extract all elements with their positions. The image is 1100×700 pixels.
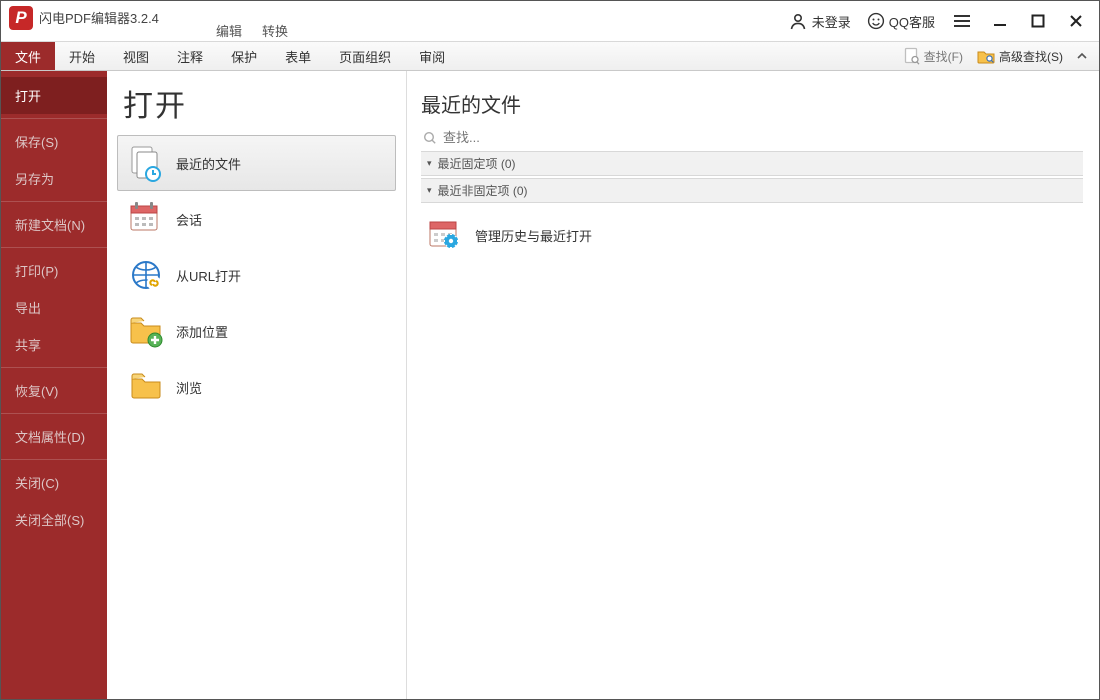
ribbon-tab-6[interactable]: 页面组织: [325, 42, 405, 70]
ribbon: 文件开始视图注释保护表单页面组织审阅 查找(F) 高级查找(S): [1, 41, 1099, 71]
open-option-label: 从URL打开: [176, 266, 241, 285]
open-option-label: 浏览: [176, 378, 202, 397]
menu-button[interactable]: [945, 7, 979, 35]
open-option-url[interactable]: 从URL打开: [117, 247, 396, 303]
ribbon-tab-0[interactable]: 文件: [1, 42, 55, 70]
sidebar-separator: [1, 201, 107, 202]
user-icon: [788, 11, 808, 31]
folder-icon: [126, 367, 166, 407]
smile-icon: [867, 12, 885, 30]
collapse-ribbon-button[interactable]: [1071, 50, 1093, 62]
app-title: 闪电PDF编辑器3.2.4: [39, 8, 159, 27]
title-bar: P 闪电PDF编辑器3.2.4 编辑 转换 未登录 QQ客服: [1, 1, 1099, 41]
sidebar-item-2[interactable]: 另存为: [1, 160, 107, 197]
ribbon-tab-1[interactable]: 开始: [55, 42, 109, 70]
chevron-down-icon: ▾: [427, 158, 432, 169]
open-option-add-place[interactable]: 添加位置: [117, 303, 396, 359]
sidebar-item-4[interactable]: 打印(P): [1, 252, 107, 289]
manage-history-button[interactable]: 管理历史与最近打开: [421, 205, 1083, 265]
sidebar-item-6[interactable]: 共享: [1, 326, 107, 363]
search-icon: [423, 131, 437, 145]
open-option-label: 最近的文件: [176, 154, 241, 173]
history-label: 管理历史与最近打开: [475, 226, 592, 245]
sidebar-item-10[interactable]: 关闭全部(S): [1, 501, 107, 538]
minimize-button[interactable]: [983, 7, 1017, 35]
search-input[interactable]: [443, 130, 1081, 145]
history-gear-icon: [425, 215, 465, 255]
recent-title: 最近的文件: [421, 89, 1083, 118]
sidebar-separator: [1, 413, 107, 414]
sidebar-separator: [1, 118, 107, 119]
recent-panel: 最近的文件 ▾ 最近固定项 (0) ▾ 最近非固定项 (0) 管理历史与最近打开: [407, 71, 1099, 699]
add-folder-icon: [126, 311, 166, 351]
session-icon: [126, 199, 166, 239]
sidebar-item-3[interactable]: 新建文档(N): [1, 206, 107, 243]
ribbon-tab-7[interactable]: 审阅: [405, 42, 459, 70]
adv-find-label: 高级查找(S): [999, 48, 1063, 65]
sidebar-separator: [1, 247, 107, 248]
chevron-up-icon: [1076, 50, 1088, 62]
sidebar-item-0[interactable]: 打开: [1, 77, 107, 114]
adv-find-button[interactable]: 高级查找(S): [971, 48, 1069, 65]
sidebar-separator: [1, 459, 107, 460]
group-pinned[interactable]: ▾ 最近固定项 (0): [421, 151, 1083, 176]
login-button[interactable]: 未登录: [782, 7, 857, 35]
ribbon-tab-2[interactable]: 视图: [109, 42, 163, 70]
sidebar-item-7[interactable]: 恢复(V): [1, 372, 107, 409]
open-option-label: 添加位置: [176, 322, 228, 341]
ribbon-tab-3[interactable]: 注释: [163, 42, 217, 70]
close-icon: [1069, 14, 1083, 28]
login-label: 未登录: [812, 12, 851, 31]
maximize-button[interactable]: [1021, 7, 1055, 35]
close-button[interactable]: [1059, 7, 1093, 35]
group-unpinned[interactable]: ▾ 最近非固定项 (0): [421, 178, 1083, 203]
group-unpinned-label: 最近非固定项 (0): [438, 182, 528, 199]
open-option-browse[interactable]: 浏览: [117, 359, 396, 415]
sidebar-item-5[interactable]: 导出: [1, 289, 107, 326]
mode-tab-edit[interactable]: 编辑: [216, 21, 242, 40]
qq-label: QQ客服: [889, 12, 935, 31]
sidebar-item-8[interactable]: 文档属性(D): [1, 418, 107, 455]
ribbon-tab-5[interactable]: 表单: [271, 42, 325, 70]
sidebar-item-1[interactable]: 保存(S): [1, 123, 107, 160]
minimize-icon: [992, 13, 1008, 29]
globe-icon: [126, 255, 166, 295]
sidebar-separator: [1, 367, 107, 368]
open-option-recent[interactable]: 最近的文件: [117, 135, 396, 191]
menu-icon: [953, 14, 971, 28]
app-logo: P: [9, 6, 33, 30]
maximize-icon: [1031, 14, 1045, 28]
search-row: [421, 128, 1083, 151]
find-label: 查找(F): [924, 48, 963, 65]
open-option-label: 会话: [176, 210, 202, 229]
ribbon-tab-4[interactable]: 保护: [217, 42, 271, 70]
open-title: 打开: [123, 81, 406, 125]
sidebar-item-9[interactable]: 关闭(C): [1, 464, 107, 501]
find-icon: [904, 47, 920, 65]
mode-tab-convert[interactable]: 转换: [262, 21, 288, 40]
chevron-down-icon: ▾: [427, 185, 432, 196]
open-options-panel: 打开 最近的文件 会话 从URL打开: [107, 71, 407, 699]
group-pinned-label: 最近固定项 (0): [438, 155, 516, 172]
folder-search-icon: [977, 48, 995, 64]
backstage-sidebar: 打开保存(S)另存为新建文档(N) 打印(P)导出共享恢复(V) 文档属性(D) 关闭…: [1, 71, 107, 699]
open-option-session[interactable]: 会话: [117, 191, 396, 247]
recent-files-icon: [126, 143, 166, 183]
qq-support-button[interactable]: QQ客服: [861, 8, 941, 35]
find-button[interactable]: 查找(F): [898, 47, 969, 65]
